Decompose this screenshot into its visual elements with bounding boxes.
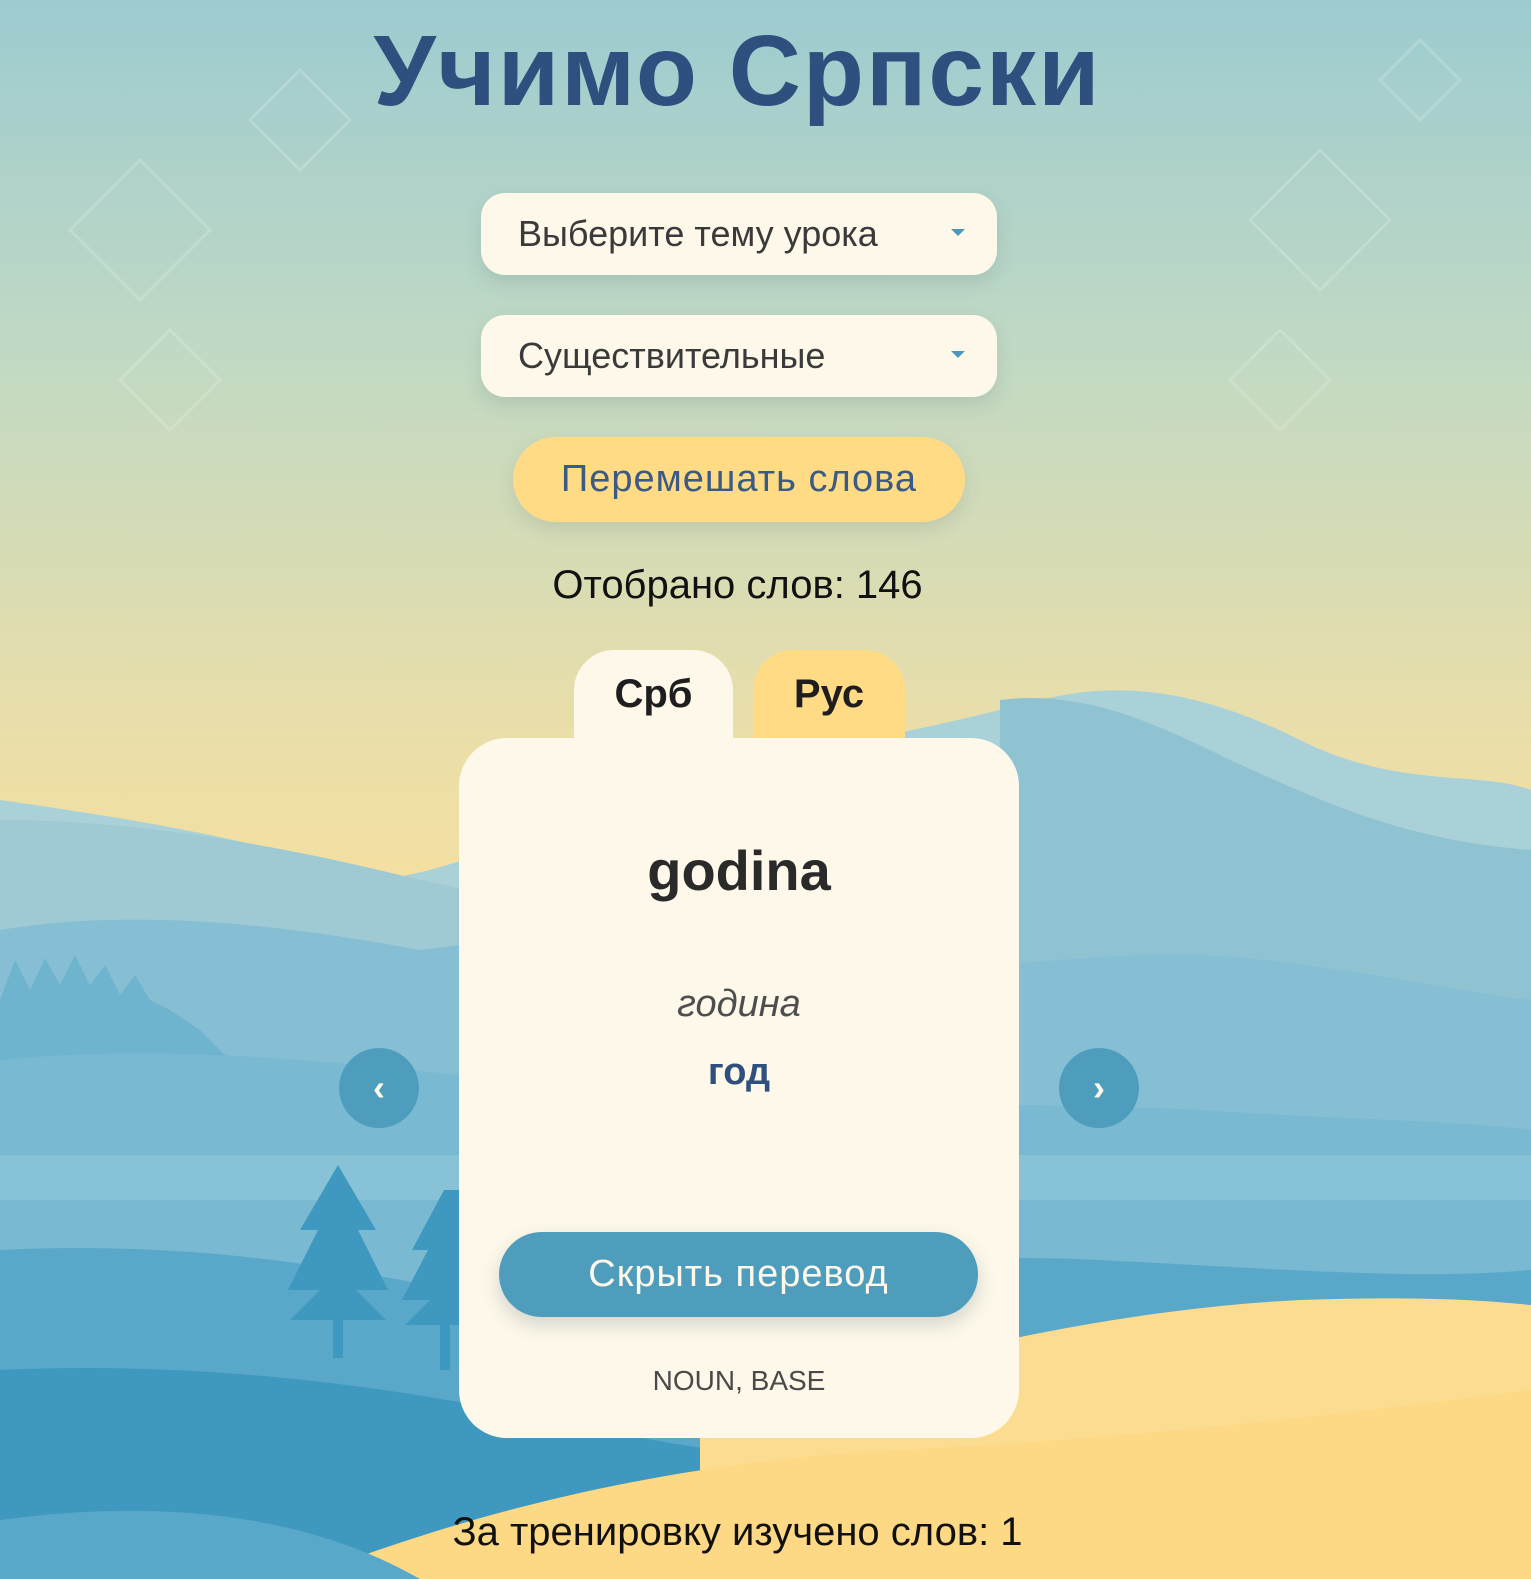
- previous-card-button[interactable]: ‹: [339, 1048, 419, 1128]
- word-category-select-value: Существительные: [518, 335, 826, 376]
- chevron-down-icon: [951, 351, 965, 358]
- learned-words-count: За тренировку изучено слов: 1: [452, 1510, 1023, 1554]
- hide-translation-button[interactable]: Скрыть перевод: [499, 1232, 978, 1317]
- chevron-right-icon: ›: [1093, 1067, 1105, 1108]
- shuffle-words-button[interactable]: Перемешать слова: [513, 437, 965, 522]
- word-category-select[interactable]: Существительные: [481, 315, 997, 397]
- flashcard-translation: год: [707, 1051, 771, 1093]
- flashcard-word: godina: [647, 839, 831, 902]
- flashcard-cyrillic: година: [677, 983, 801, 1025]
- chevron-down-icon: [951, 229, 965, 236]
- selected-words-count: Отобрано слов: 146: [552, 563, 923, 607]
- page-title: Учимо Српски: [373, 15, 1102, 127]
- lesson-topic-select-value: Выберите тему урока: [518, 213, 878, 254]
- word-tags: NOUN, BASE: [652, 1365, 826, 1396]
- flashcard: godina година год Скрыть перевод NOUN, B…: [459, 738, 1019, 1438]
- chevron-left-icon: ‹: [373, 1067, 385, 1108]
- tab-russian[interactable]: Рус: [753, 650, 905, 742]
- lesson-topic-select[interactable]: Выберите тему урока: [481, 193, 997, 275]
- next-card-button[interactable]: ›: [1059, 1048, 1139, 1128]
- tab-serbian[interactable]: Срб: [574, 650, 733, 742]
